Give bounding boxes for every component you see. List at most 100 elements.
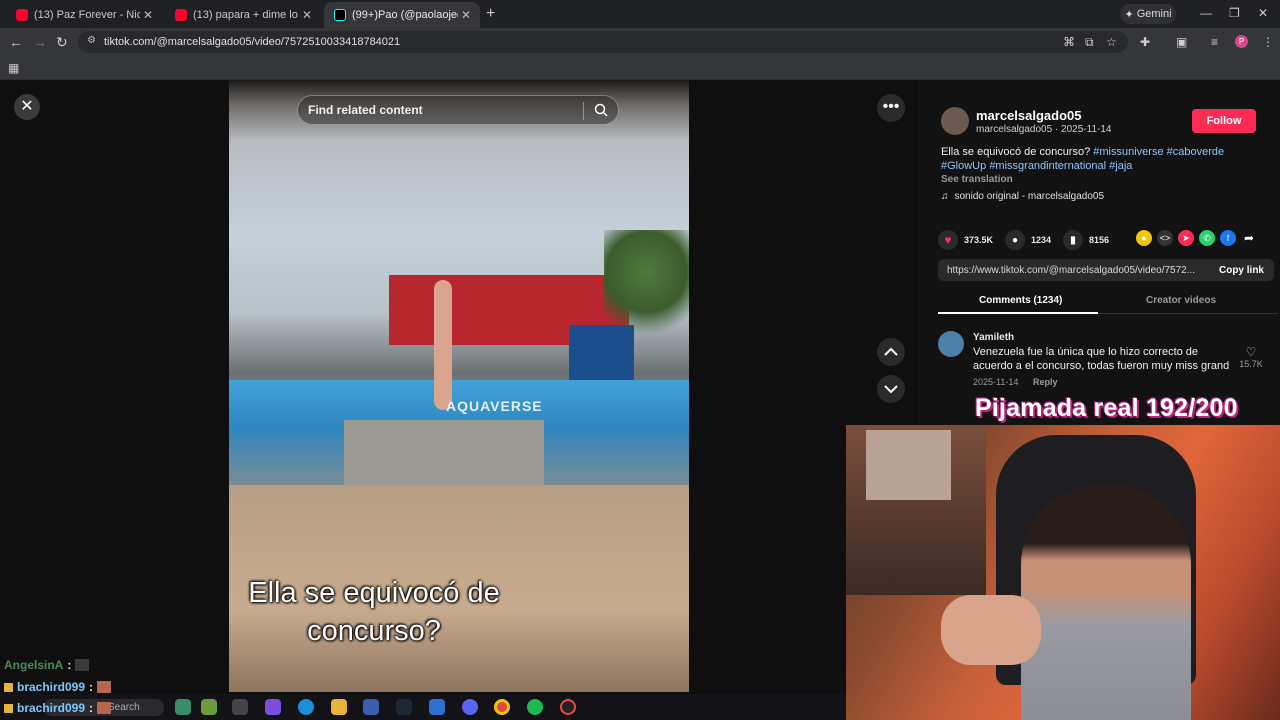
- comment-button[interactable]: ● 1234: [1005, 230, 1051, 250]
- tab-comments[interactable]: Comments (1234): [979, 295, 1062, 306]
- extensions-icon[interactable]: ✚: [1140, 35, 1150, 49]
- bookmark-icon: ▮: [1063, 230, 1083, 250]
- comments-tabs: Comments (1234) Creator videos: [938, 290, 1278, 314]
- heart-icon: ♥: [938, 230, 958, 250]
- restore-icon[interactable]: ❐: [1229, 6, 1240, 20]
- sound-link[interactable]: ♫ sonido original - marcelsalgado05: [941, 191, 1104, 202]
- spotify-icon[interactable]: [527, 699, 543, 715]
- close-tab-icon[interactable]: ✕: [140, 8, 156, 22]
- stream-overlay-title: Pijamada real 192/200: [975, 394, 1238, 422]
- chrome-icon[interactable]: [494, 699, 510, 715]
- music-note-icon: ♫: [941, 191, 949, 202]
- follow-button[interactable]: Follow: [1192, 109, 1256, 133]
- reply-button[interactable]: Reply: [1033, 377, 1058, 387]
- find-related-search[interactable]: Find related content: [297, 95, 619, 125]
- webcam-streamer: [1021, 485, 1191, 720]
- comment-count: 1234: [1031, 235, 1052, 245]
- file-explorer-icon[interactable]: [331, 699, 347, 715]
- next-video-button[interactable]: [877, 375, 905, 403]
- chat-colon: :: [89, 680, 94, 694]
- more-options-button[interactable]: •••: [877, 94, 905, 122]
- save-button[interactable]: ▮ 8156: [1063, 230, 1109, 250]
- steam-icon[interactable]: [396, 699, 412, 715]
- media-controls-icon[interactable]: ≡: [1211, 35, 1218, 49]
- like-count: 373.5K: [964, 235, 994, 245]
- reload-icon[interactable]: ↻: [56, 34, 68, 51]
- discord-icon[interactable]: [462, 699, 478, 715]
- forward-icon[interactable]: →: [33, 34, 47, 50]
- chat-message: brachird099 :: [4, 701, 112, 715]
- task-view-icon[interactable]: [232, 699, 248, 715]
- edge-icon[interactable]: [298, 699, 314, 715]
- like-button[interactable]: ♥ 373.5K: [938, 230, 993, 250]
- embed-icon[interactable]: <>: [1157, 230, 1173, 246]
- chat-badge-icon: [4, 682, 13, 692]
- bookmarks-bar: ▦: [0, 56, 1280, 80]
- comment-text: Venezuela fue la única que lo hizo corre…: [973, 346, 1230, 372]
- copilot-icon[interactable]: [265, 699, 281, 715]
- hashtag-link[interactable]: #GlowUp: [941, 160, 986, 172]
- search-icon[interactable]: [594, 103, 608, 117]
- comment-date: 2025-11-14: [973, 377, 1019, 387]
- youtube-icon: [175, 9, 187, 21]
- app-icon[interactable]: [201, 699, 217, 715]
- chat-message: brachird099 :: [4, 680, 112, 694]
- hashtag-link[interactable]: #missgrandinternational: [989, 160, 1106, 172]
- menu-kebab-icon[interactable]: ⋮: [1262, 35, 1274, 49]
- copy-link-button[interactable]: Copy link: [1219, 265, 1264, 276]
- store-icon[interactable]: [363, 699, 379, 715]
- cast-icon[interactable]: ⧉: [1085, 35, 1094, 50]
- emote-icon: [75, 659, 90, 671]
- comment-bubble-icon: ●: [1005, 230, 1025, 250]
- active-tab-underline: [938, 312, 1098, 314]
- chat-colon: :: [89, 701, 94, 715]
- hashtag-link[interactable]: #jaja: [1109, 160, 1132, 172]
- app-icon[interactable]: [175, 699, 191, 715]
- send-icon[interactable]: ➤: [1178, 230, 1194, 246]
- youtube-icon: [16, 9, 28, 21]
- sound-label: sonido original - marcelsalgado05: [954, 191, 1105, 202]
- browser-tab-1[interactable]: (13) Paz Forever - Nicolás Mad ✕: [6, 2, 162, 28]
- url-field[interactable]: ⚙ tiktok.com/@marcelsalgado05/video/7572…: [78, 31, 1128, 53]
- share-arrow-icon[interactable]: ➦: [1241, 230, 1257, 246]
- window-close-icon[interactable]: ✕: [1258, 6, 1268, 20]
- minimize-icon[interactable]: —: [1200, 6, 1212, 20]
- close-video-button[interactable]: ✕: [14, 94, 40, 120]
- coin-icon[interactable]: ●: [1136, 230, 1152, 246]
- commenter-avatar[interactable]: [938, 331, 964, 357]
- translate-icon[interactable]: ⌘: [1063, 35, 1075, 49]
- comment-like-button[interactable]: ♡ 15.7K: [1236, 345, 1266, 369]
- obs-icon[interactable]: [560, 699, 576, 715]
- author-name[interactable]: marcelsalgado05: [976, 108, 1082, 123]
- close-tab-icon[interactable]: ✕: [458, 8, 474, 22]
- author-avatar[interactable]: [941, 107, 969, 135]
- heart-outline-icon: ♡: [1245, 345, 1257, 359]
- chevron-down-icon: [884, 385, 898, 394]
- chevron-up-icon: [884, 347, 898, 356]
- search-placeholder: Find related content: [308, 103, 423, 117]
- profile-avatar[interactable]: P: [1235, 35, 1248, 48]
- close-tab-icon[interactable]: ✕: [299, 8, 315, 22]
- chat-badge-icon: [4, 703, 13, 713]
- whatsapp-icon[interactable]: ✆: [1199, 230, 1215, 246]
- app-icon[interactable]: [429, 699, 445, 715]
- see-translation-link[interactable]: See translation: [941, 174, 1013, 185]
- browser-tab-2[interactable]: (13) papara + dime lo que pas ✕: [165, 2, 321, 28]
- new-tab-button[interactable]: +: [486, 5, 495, 23]
- previous-video-button[interactable]: [877, 338, 905, 366]
- description-text: Ella se equivocó de concurso?: [941, 146, 1091, 158]
- bookmark-star-icon[interactable]: ☆: [1106, 35, 1117, 49]
- apps-grid-icon[interactable]: ▦: [8, 61, 19, 75]
- site-info-icon[interactable]: ⚙: [87, 35, 96, 46]
- hashtag-link[interactable]: #caboverde: [1167, 146, 1225, 158]
- browser-tab-3-active[interactable]: (99+)Pao (@paolaojedda) | ✕: [324, 2, 480, 28]
- back-icon[interactable]: ←: [9, 34, 23, 50]
- gemini-button[interactable]: ✦ Gemini: [1120, 4, 1176, 24]
- tab-creator-videos[interactable]: Creator videos: [1146, 295, 1216, 306]
- facebook-icon[interactable]: f: [1220, 230, 1236, 246]
- hashtag-link[interactable]: #missuniverse: [1093, 146, 1163, 158]
- chat-username: AngelsinA: [4, 658, 64, 672]
- commenter-name[interactable]: Yamileth: [973, 332, 1014, 343]
- sidepanel-icon[interactable]: ▣: [1176, 35, 1187, 49]
- video-description: Ella se equivocó de concurso? #missunive…: [941, 145, 1251, 173]
